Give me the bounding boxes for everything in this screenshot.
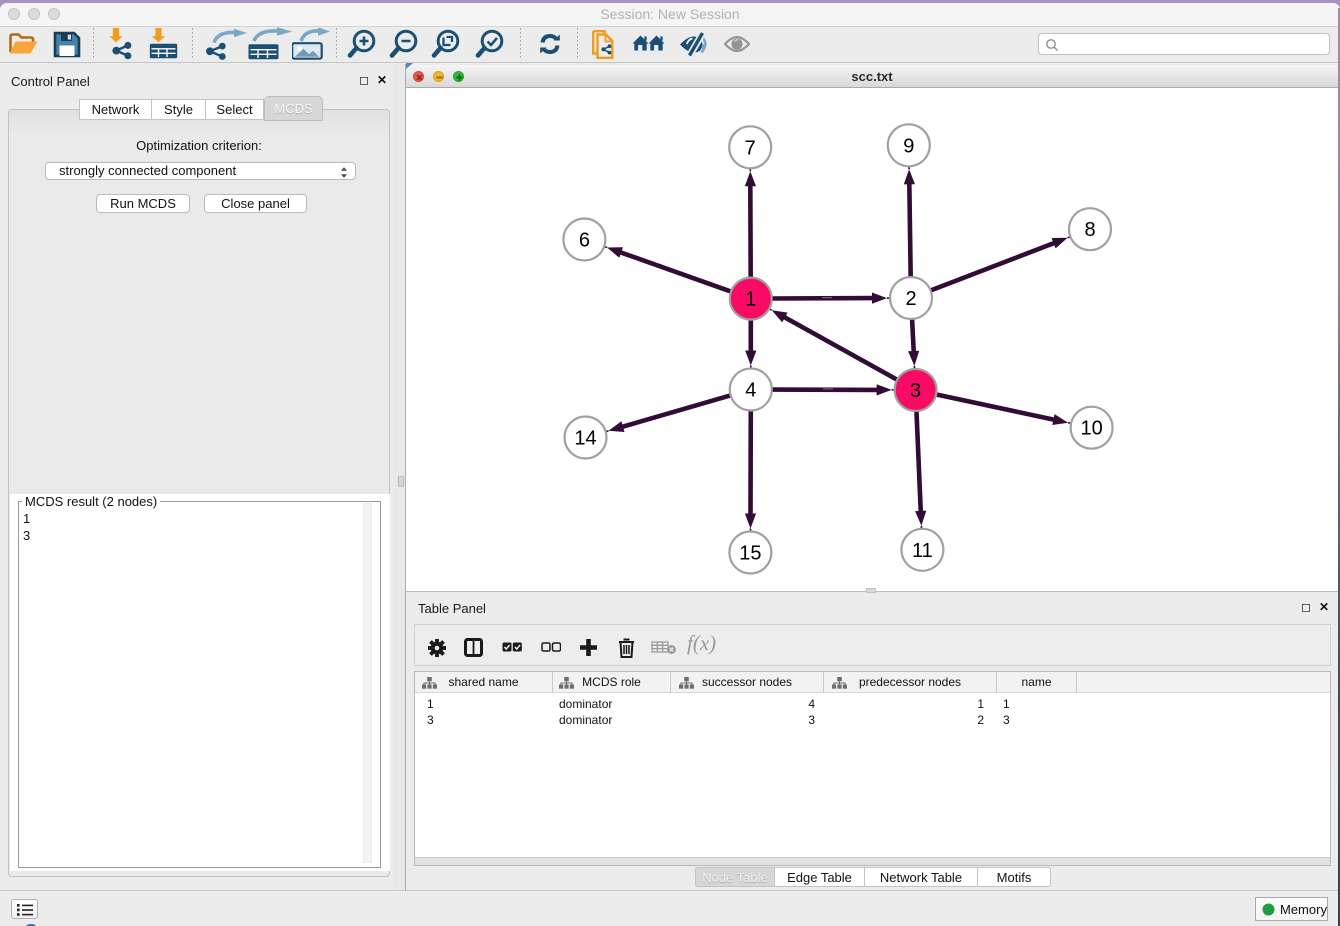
svg-text:3: 3	[910, 380, 921, 402]
svg-text:7: 7	[745, 137, 756, 159]
svg-text:10: 10	[1080, 418, 1102, 440]
svg-text:14: 14	[574, 428, 596, 450]
svg-text:11: 11	[912, 540, 933, 562]
svg-text:8: 8	[1084, 219, 1095, 241]
svg-text:6: 6	[579, 230, 590, 252]
svg-text:1: 1	[745, 289, 756, 311]
svg-text:2: 2	[905, 288, 916, 310]
svg-text:4: 4	[745, 380, 756, 402]
svg-text:15: 15	[739, 543, 761, 565]
svg-text:9: 9	[903, 135, 914, 157]
